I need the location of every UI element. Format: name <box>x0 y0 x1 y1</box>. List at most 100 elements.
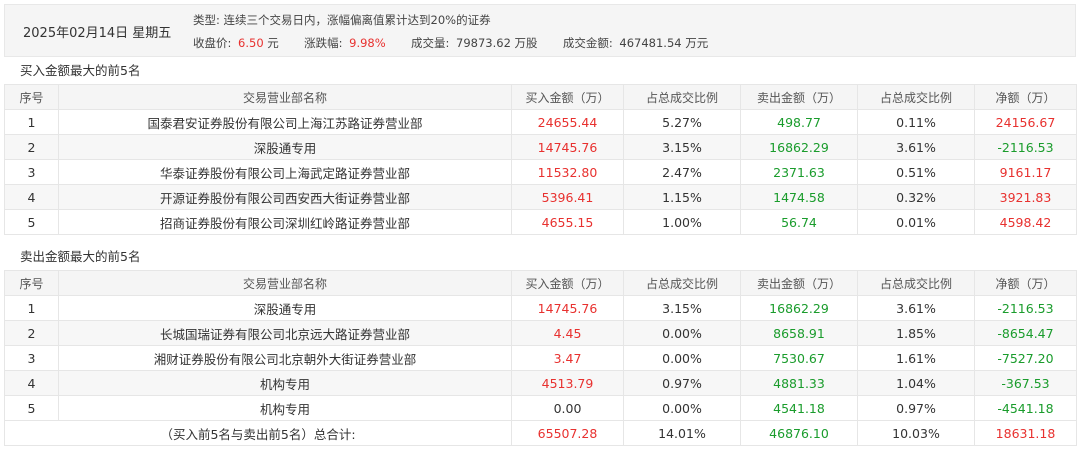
total-buy-pct: 14.01% <box>623 420 741 446</box>
type-line: 类型: 连续三个交易日内，涨幅偏离值累计达到20%的证券 <box>193 12 491 28</box>
table-row: 3 湘财证券股份有限公司北京朝外大街证券营业部 3.47 0.00% 7530.67 1.… <box>4 345 1077 371</box>
branch-name[interactable]: 长城国瑞证券有限公司北京远大路证券营业部 <box>58 320 512 346</box>
sell-ratio: 0.01% <box>857 209 975 235</box>
sell-ratio: 0.11% <box>857 109 975 135</box>
table-header-row: 序号 交易营业部名称 买入金额（万） 占总成交比例 卖出金额（万） 占总成交比例… <box>4 270 1077 296</box>
net-amount: 4598.42 <box>974 209 1077 235</box>
total-sell-pct: 10.03% <box>857 420 975 446</box>
sell-amount: 16862.29 <box>740 134 858 160</box>
sell-ratio: 1.85% <box>857 320 975 346</box>
branch-name[interactable]: 机构专用 <box>58 395 512 421</box>
sell-ratio: 0.32% <box>857 184 975 210</box>
buy-amount: 24655.44 <box>511 109 624 135</box>
branch-name[interactable]: 国泰君安证券股份有限公司上海江苏路证券营业部 <box>58 109 512 135</box>
dragon-tiger-board: 2025年02月14日 星期五 类型: 连续三个交易日内，涨幅偏离值累计达到20… <box>0 0 1080 464</box>
net-amount: -367.53 <box>974 370 1077 396</box>
sell-amount: 4881.33 <box>740 370 858 396</box>
col-header-sell-pct: 占总成交比例 <box>857 270 975 296</box>
row-no: 3 <box>4 345 59 371</box>
close-unit: 元 <box>267 36 279 50</box>
volume-label: 成交量: <box>411 36 450 50</box>
buy-top5-table: 序号 交易营业部名称 买入金额（万） 占总成交比例 卖出金额（万） 占总成交比例… <box>4 84 1077 235</box>
row-no: 5 <box>4 209 59 235</box>
table-row: 1 深股通专用 14745.76 3.15% 16862.29 3.61% -2116.53 <box>4 295 1077 321</box>
branch-name[interactable]: 开源证券股份有限公司西安西大街证券营业部 <box>58 184 512 210</box>
row-no: 2 <box>4 320 59 346</box>
sell-amount: 56.74 <box>740 209 858 235</box>
branch-name[interactable]: 招商证券股份有限公司深圳红岭路证券营业部 <box>58 209 512 235</box>
col-header-buy-pct: 占总成交比例 <box>623 270 741 296</box>
type-label: 类型: <box>193 13 220 27</box>
table-row: 4 机构专用 4513.79 0.97% 4881.33 1.04% -367.53 <box>4 370 1077 396</box>
table-row: 5 招商证券股份有限公司深圳红岭路证券营业部 4655.15 1.00% 56.74 0.… <box>4 209 1077 235</box>
net-amount: -2116.53 <box>974 295 1077 321</box>
sell-ratio: 3.61% <box>857 134 975 160</box>
branch-name[interactable]: 深股通专用 <box>58 134 512 160</box>
buy-amount: 4655.15 <box>511 209 624 235</box>
col-header-buy: 买入金额（万） <box>511 270 624 296</box>
close-value: 6.50 <box>238 36 264 50</box>
total-sell: 46876.10 <box>740 420 858 446</box>
table-row: 2 深股通专用 14745.76 3.15% 16862.29 3.61% -2116.53 <box>4 134 1077 160</box>
sell-amount: 4541.18 <box>740 395 858 421</box>
buy-ratio: 0.97% <box>623 370 741 396</box>
sell-ratio: 0.51% <box>857 159 975 185</box>
net-amount: 24156.67 <box>974 109 1077 135</box>
amount-value: 467481.54 万元 <box>619 36 709 50</box>
sell-ratio: 1.61% <box>857 345 975 371</box>
total-net: 18631.18 <box>974 420 1077 446</box>
net-amount: -4541.18 <box>974 395 1077 421</box>
trade-date: 2025年02月14日 星期五 <box>23 26 172 41</box>
col-header-buy-pct: 占总成交比例 <box>623 84 741 110</box>
amount-label: 成交金额: <box>562 36 613 50</box>
stock-info-panel: 2025年02月14日 星期五 类型: 连续三个交易日内，涨幅偏离值累计达到20… <box>4 4 1076 57</box>
branch-name[interactable]: 深股通专用 <box>58 295 512 321</box>
col-header-sell: 卖出金额（万） <box>740 270 858 296</box>
sell-ratio: 3.61% <box>857 295 975 321</box>
branch-name[interactable]: 湘财证券股份有限公司北京朝外大街证券营业部 <box>58 345 512 371</box>
col-header-sell: 卖出金额（万） <box>740 84 858 110</box>
buy-ratio: 0.00% <box>623 320 741 346</box>
buy-ratio: 5.27% <box>623 109 741 135</box>
buy-amount: 4.45 <box>511 320 624 346</box>
buy-ratio: 3.15% <box>623 295 741 321</box>
sell-ratio: 1.04% <box>857 370 975 396</box>
col-header-name: 交易营业部名称 <box>58 84 512 110</box>
total-row: （买入前5名与卖出前5名）总合计: 65507.28 14.01% 46876.… <box>4 420 1077 446</box>
change-value: 9.98% <box>349 36 386 50</box>
col-header-buy: 买入金额（万） <box>511 84 624 110</box>
buy-ratio: 1.00% <box>623 209 741 235</box>
col-header-sell-pct: 占总成交比例 <box>857 84 975 110</box>
type-value: 连续三个交易日内，涨幅偏离值累计达到20%的证券 <box>223 13 491 27</box>
sell-amount: 1474.58 <box>740 184 858 210</box>
buy-ratio: 0.00% <box>623 345 741 371</box>
table-row: 5 机构专用 0.00 0.00% 4541.18 0.97% -4541.18 <box>4 395 1077 421</box>
net-amount: -2116.53 <box>974 134 1077 160</box>
close-label: 收盘价: <box>193 36 232 50</box>
table-row: 2 长城国瑞证券有限公司北京远大路证券营业部 4.45 0.00% 8658.91 1.8… <box>4 320 1077 346</box>
row-no: 1 <box>4 295 59 321</box>
net-amount: -8654.47 <box>974 320 1077 346</box>
col-header-net: 净额（万） <box>974 84 1077 110</box>
buy-section-title: 买入金额最大的前5名 <box>4 58 1076 83</box>
row-no: 2 <box>4 134 59 160</box>
buy-amount: 14745.76 <box>511 134 624 160</box>
total-buy: 65507.28 <box>511 420 624 446</box>
quote-line: 收盘价: 6.50 元 涨跌幅: 9.98% 成交量: 79873.62 万股 … <box>193 35 708 51</box>
table-row: 4 开源证券股份有限公司西安西大街证券营业部 5396.41 1.15% 1474.58… <box>4 184 1077 210</box>
sell-amount: 16862.29 <box>740 295 858 321</box>
col-header-no: 序号 <box>4 84 59 110</box>
table-header-row: 序号 交易营业部名称 买入金额（万） 占总成交比例 卖出金额（万） 占总成交比例… <box>4 84 1077 110</box>
table-row: 1 国泰君安证券股份有限公司上海江苏路证券营业部 24655.44 5.27% 498.… <box>4 109 1077 135</box>
buy-amount: 11532.80 <box>511 159 624 185</box>
buy-ratio: 0.00% <box>623 395 741 421</box>
branch-name[interactable]: 华泰证券股份有限公司上海武定路证券营业部 <box>58 159 512 185</box>
net-amount: 3921.83 <box>974 184 1077 210</box>
change-label: 涨跌幅: <box>304 36 343 50</box>
row-no: 4 <box>4 370 59 396</box>
sell-ratio: 0.97% <box>857 395 975 421</box>
row-no: 1 <box>4 109 59 135</box>
net-amount: -7527.20 <box>974 345 1077 371</box>
branch-name[interactable]: 机构专用 <box>58 370 512 396</box>
col-header-name: 交易营业部名称 <box>58 270 512 296</box>
